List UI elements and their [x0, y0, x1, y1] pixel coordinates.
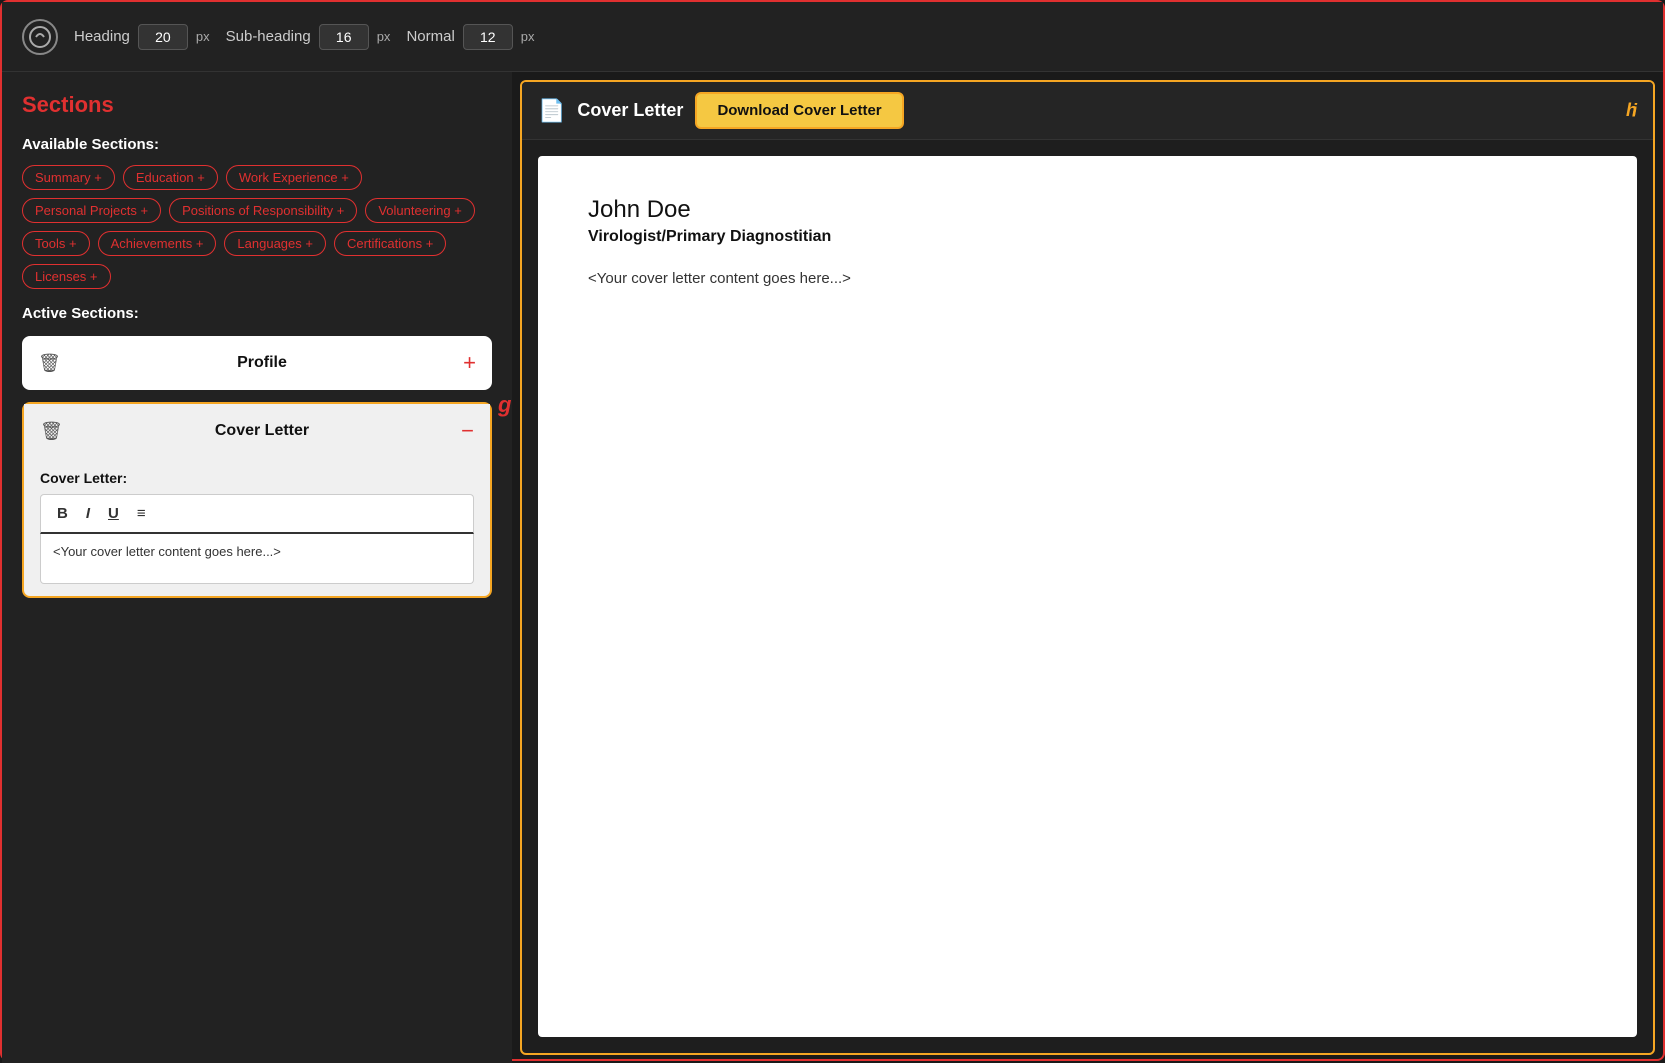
cover-letter-card-title: Cover Letter: [63, 422, 461, 440]
rich-text-toolbar: B I U ≡: [40, 494, 474, 534]
heading-group: Heading px: [74, 24, 210, 50]
right-panel: 📄 Cover Letter Download Cover Letter h i…: [520, 80, 1655, 1055]
tag-work-experience[interactable]: Work Experience +: [226, 165, 362, 190]
tag-education[interactable]: Education +: [123, 165, 218, 190]
cover-letter-remove-icon[interactable]: −: [461, 418, 474, 444]
panel-title: Sections: [22, 92, 492, 118]
document-preview: John Doe Virologist/Primary Diagnostitia…: [538, 156, 1637, 1037]
normal-label: Normal: [406, 28, 454, 45]
tag-licenses[interactable]: Licenses +: [22, 264, 111, 289]
italic-button[interactable]: I: [82, 503, 94, 524]
subheading-label: Sub-heading: [226, 28, 311, 45]
right-panel-header: 📄 Cover Letter Download Cover Letter h i: [522, 82, 1653, 140]
underline-button[interactable]: U: [104, 503, 123, 524]
available-sections-label: Available Sections:: [22, 136, 492, 153]
profile-card-title: Profile: [61, 354, 463, 372]
normal-group: Normal px: [406, 24, 534, 50]
subheading-px: px: [377, 29, 391, 44]
tag-achievements[interactable]: Achievements +: [98, 231, 217, 256]
right-panel-title: Cover Letter: [577, 100, 683, 121]
toolbar: Heading px Sub-heading px Normal px: [2, 2, 1663, 72]
cover-letter-section-card: 🗑 Cover Letter − Cover Letter: B I U ≡ <…: [22, 402, 492, 598]
document-content: <Your cover letter content goes here...>: [588, 270, 1587, 287]
left-panel: Sections Available Sections: Summary + E…: [2, 72, 512, 1063]
tag-volunteering[interactable]: Volunteering +: [365, 198, 474, 223]
document-icon: 📄: [538, 98, 565, 124]
cover-letter-card-header: 🗑 Cover Letter −: [24, 404, 490, 458]
i-badge: i: [1632, 100, 1637, 121]
profile-add-icon[interactable]: +: [463, 350, 476, 376]
tag-languages[interactable]: Languages +: [224, 231, 326, 256]
profile-section-card: 🗑 Profile +: [22, 336, 492, 390]
main-layout: Sections Available Sections: Summary + E…: [2, 72, 1663, 1063]
tag-personal-projects[interactable]: Personal Projects +: [22, 198, 161, 223]
tag-positions[interactable]: Positions of Responsibility +: [169, 198, 357, 223]
cover-letter-trash-icon[interactable]: 🗑: [40, 421, 63, 442]
document-name: John Doe: [588, 196, 1587, 224]
available-tags: Summary + Education + Work Experience + …: [22, 165, 492, 289]
subheading-input[interactable]: [319, 24, 369, 50]
cover-letter-text-content[interactable]: <Your cover letter content goes here...>: [40, 534, 474, 584]
app-logo[interactable]: [22, 19, 58, 55]
profile-trash-icon[interactable]: 🗑: [38, 353, 61, 374]
cover-letter-body: Cover Letter: B I U ≡ <Your cover letter…: [24, 458, 490, 596]
tag-summary[interactable]: Summary +: [22, 165, 115, 190]
subheading-group: Sub-heading px: [226, 24, 391, 50]
g-badge: g: [498, 392, 511, 418]
heading-px: px: [196, 29, 210, 44]
cover-letter-field-label: Cover Letter:: [40, 470, 474, 486]
normal-input[interactable]: [463, 24, 513, 50]
bold-button[interactable]: B: [53, 503, 72, 524]
download-cover-letter-button[interactable]: Download Cover Letter: [695, 92, 903, 129]
profile-card-header: 🗑 Profile +: [22, 336, 492, 390]
heading-input[interactable]: [138, 24, 188, 50]
tag-certifications[interactable]: Certifications +: [334, 231, 446, 256]
heading-label: Heading: [74, 28, 130, 45]
active-sections-label: Active Sections:: [22, 305, 492, 322]
list-button[interactable]: ≡: [133, 503, 150, 524]
normal-px: px: [521, 29, 535, 44]
document-job-title: Virologist/Primary Diagnostitian: [588, 228, 1587, 246]
tag-tools[interactable]: Tools +: [22, 231, 90, 256]
